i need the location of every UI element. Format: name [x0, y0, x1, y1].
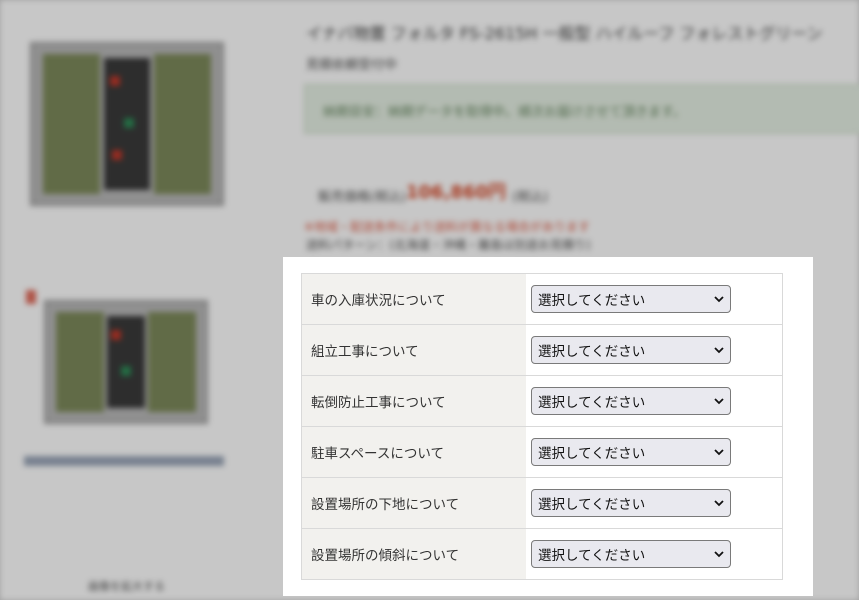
table-row: 設置場所の下地について 選択してください	[302, 477, 782, 528]
select-value: 選択してください	[538, 446, 646, 462]
chevron-down-icon	[714, 294, 724, 304]
chevron-down-icon	[714, 447, 724, 457]
table-row: 設置場所の傾斜について 選択してください	[302, 528, 782, 579]
select-value: 選択してください	[538, 293, 646, 309]
options-panel: 車の入庫状況について 選択してください 組立工事について 選択してください 転倒…	[283, 257, 813, 596]
option-label: 駐車スペースについて	[302, 427, 526, 477]
table-row: 駐車スペースについて 選択してください	[302, 426, 782, 477]
chevron-down-icon	[714, 396, 724, 406]
chevron-down-icon	[714, 549, 724, 559]
table-row: 車の入庫状況について 選択してください	[302, 274, 782, 324]
table-row: 組立工事について 選択してください	[302, 324, 782, 375]
assembly-work-select[interactable]: 選択してください	[531, 336, 731, 364]
chevron-down-icon	[714, 345, 724, 355]
select-value: 選択してください	[538, 548, 646, 564]
parking-space-select[interactable]: 選択してください	[531, 438, 731, 466]
select-value: 選択してください	[538, 395, 646, 411]
chevron-down-icon	[714, 498, 724, 508]
option-label: 組立工事について	[302, 325, 526, 375]
option-label: 設置場所の下地について	[302, 478, 526, 528]
car-entry-select[interactable]: 選択してください	[531, 285, 731, 313]
anti-tip-work-select[interactable]: 選択してください	[531, 387, 731, 415]
table-row: 転倒防止工事について 選択してください	[302, 375, 782, 426]
option-label: 車の入庫状況について	[302, 274, 526, 324]
options-table: 車の入庫状況について 選択してください 組立工事について 選択してください 転倒…	[301, 273, 783, 580]
option-label: 転倒防止工事について	[302, 376, 526, 426]
select-value: 選択してください	[538, 344, 646, 360]
ground-base-select[interactable]: 選択してください	[531, 489, 731, 517]
option-label: 設置場所の傾斜について	[302, 529, 526, 579]
ground-slope-select[interactable]: 選択してください	[531, 540, 731, 568]
select-value: 選択してください	[538, 497, 646, 513]
